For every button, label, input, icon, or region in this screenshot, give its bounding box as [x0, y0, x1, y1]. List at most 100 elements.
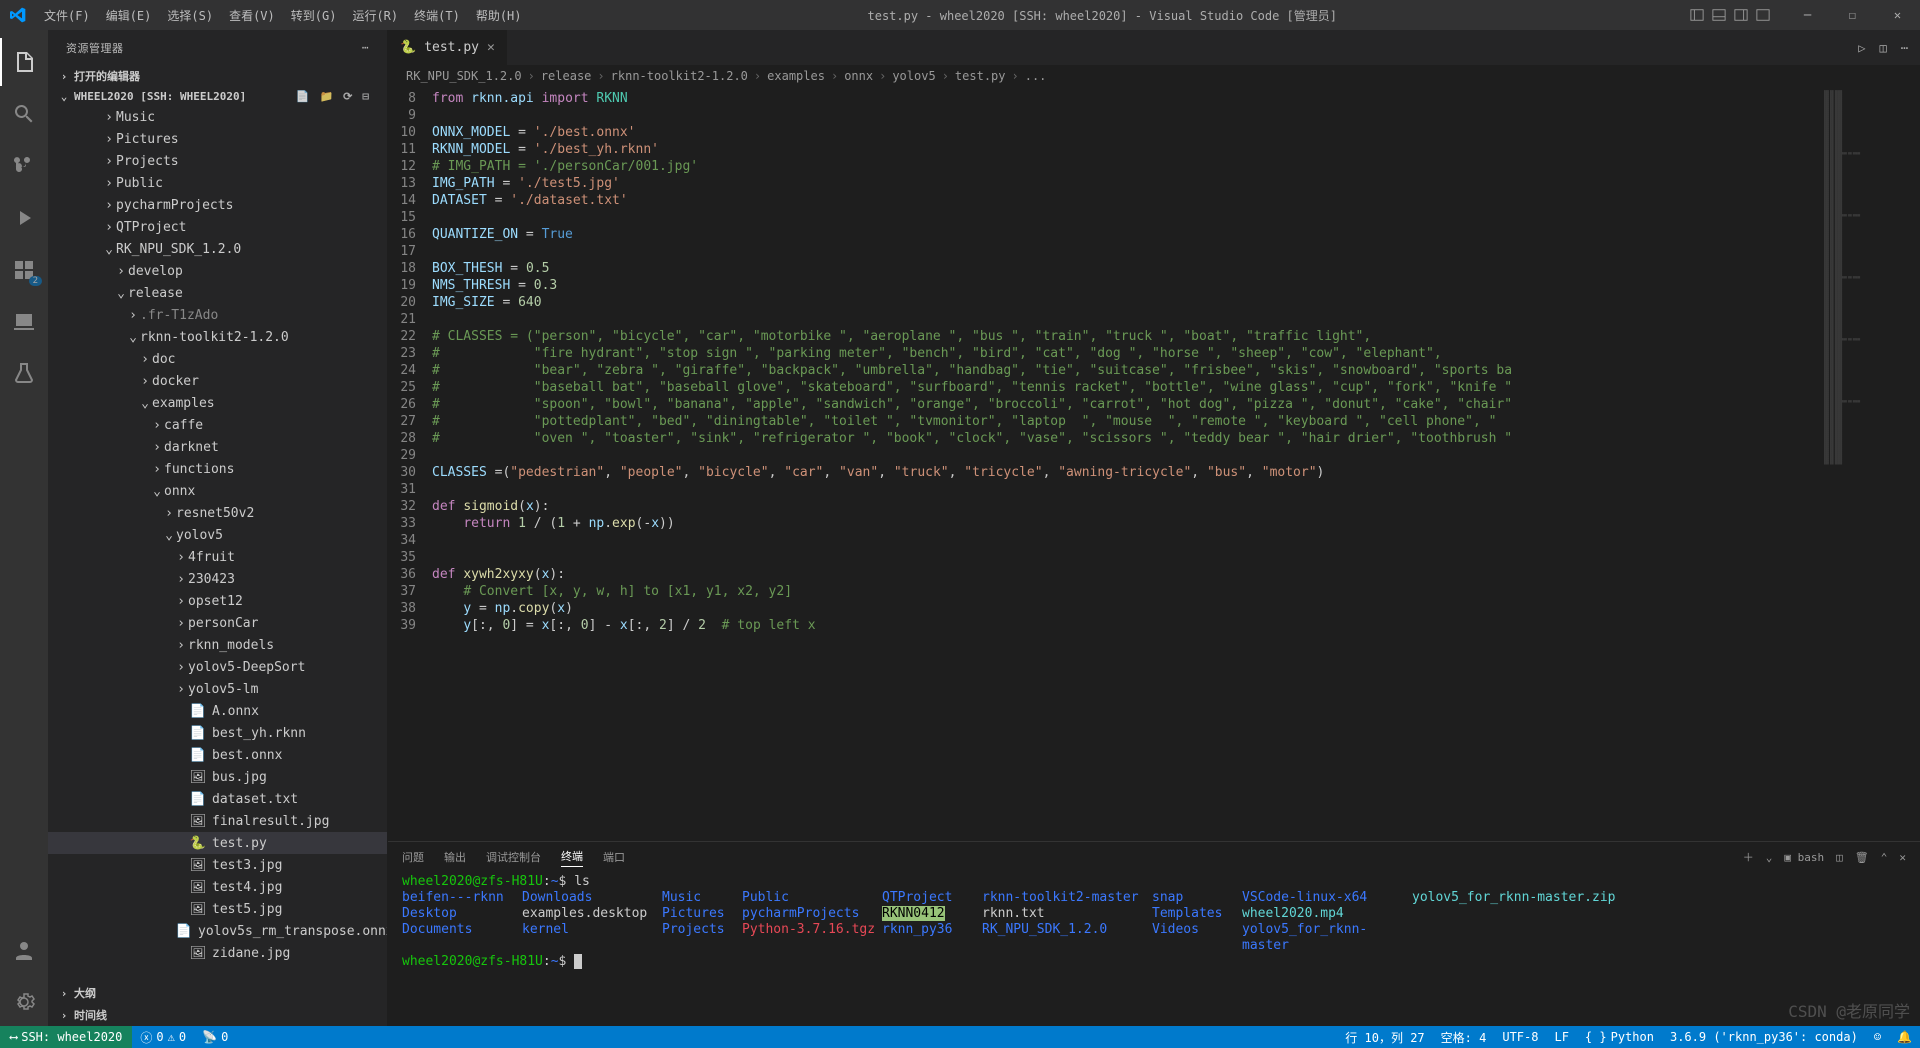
timeline-section[interactable]: ›时间线: [48, 1004, 387, 1026]
tree-item[interactable]: ›darknet: [48, 436, 387, 458]
tree-item[interactable]: ⌄rknn-toolkit2-1.2.0: [48, 326, 387, 348]
tree-item[interactable]: ›yolov5-DeepSort: [48, 656, 387, 678]
panel-tab[interactable]: 调试控制台: [486, 849, 541, 865]
close-panel-icon[interactable]: ✕: [1899, 851, 1906, 864]
menu-item[interactable]: 查看(V): [221, 7, 283, 24]
panel-tab[interactable]: 问题: [402, 849, 424, 865]
more-icon[interactable]: ⋯: [1901, 41, 1908, 55]
ports-status[interactable]: 📡 0: [194, 1030, 236, 1044]
accounts-icon[interactable]: [0, 926, 48, 974]
run-icon[interactable]: ▷: [1858, 41, 1865, 55]
layout-controls[interactable]: [1675, 8, 1785, 22]
tree-item[interactable]: ›rknn_models: [48, 634, 387, 656]
split-editor-icon[interactable]: ◫: [1880, 41, 1887, 55]
menu-item[interactable]: 终端(T): [406, 7, 468, 24]
tree-item[interactable]: ⌄examples: [48, 392, 387, 414]
tree-item[interactable]: 📄A.onnx: [48, 700, 387, 722]
tree-item[interactable]: ›.fr-T1zAdo: [48, 304, 387, 326]
remote-indicator[interactable]: ⟷ SSH: wheel2020: [0, 1026, 132, 1048]
testing-icon[interactable]: [0, 350, 48, 398]
tree-item[interactable]: 📄best_yh.rknn: [48, 722, 387, 744]
menu-item[interactable]: 文件(F): [36, 7, 98, 24]
tree-item[interactable]: ›pycharmProjects: [48, 194, 387, 216]
menu-item[interactable]: 选择(S): [159, 7, 221, 24]
tree-item[interactable]: ›230423: [48, 568, 387, 590]
tree-item[interactable]: 🖼zidane.jpg: [48, 942, 387, 964]
tree-item[interactable]: ›docker: [48, 370, 387, 392]
tree-item[interactable]: 🖼test3.jpg: [48, 854, 387, 876]
panel-tab[interactable]: 端口: [603, 849, 625, 865]
tree-item[interactable]: ⌄yolov5: [48, 524, 387, 546]
new-terminal-icon[interactable]: ＋: [1743, 849, 1754, 865]
close-button[interactable]: ✕: [1875, 8, 1920, 22]
run-debug-icon[interactable]: [0, 194, 48, 242]
split-terminal-icon[interactable]: ◫: [1836, 851, 1843, 864]
settings-icon[interactable]: [0, 978, 48, 1026]
tree-item[interactable]: 📄best.onnx: [48, 744, 387, 766]
maximize-panel-icon[interactable]: ⌃: [1881, 851, 1888, 864]
tree-item[interactable]: ⌄onnx: [48, 480, 387, 502]
tree-item[interactable]: 📄yolov5s_rm_transpose.onnx: [48, 920, 387, 942]
tree-item[interactable]: ›Music: [48, 106, 387, 128]
menu-item[interactable]: 运行(R): [344, 7, 406, 24]
menu-item[interactable]: 帮助(H): [468, 7, 530, 24]
terminal-dropdown-icon[interactable]: ⌄: [1766, 851, 1773, 864]
tree-item[interactable]: 📄dataset.txt: [48, 788, 387, 810]
refresh-icon[interactable]: ⟳: [343, 90, 352, 103]
tree-item[interactable]: 🖼test4.jpg: [48, 876, 387, 898]
workspace-section[interactable]: ⌄WHEEL2020 [SSH: WHEEL2020] 📄 📁 ⟳ ⊟: [48, 87, 387, 106]
tree-item[interactable]: ›4fruit: [48, 546, 387, 568]
source-control-icon[interactable]: [0, 142, 48, 190]
indentation[interactable]: 空格: 4: [1433, 1029, 1495, 1046]
new-folder-icon[interactable]: 📁: [319, 90, 333, 103]
tree-item[interactable]: ›doc: [48, 348, 387, 370]
menu-item[interactable]: 转到(G): [283, 7, 345, 24]
tree-item[interactable]: ›QTProject: [48, 216, 387, 238]
tree-item[interactable]: ›Projects: [48, 150, 387, 172]
feedback-icon[interactable]: ☺: [1866, 1030, 1889, 1044]
minimap[interactable]: ████ ███ ██████ ████ ███ ██████ ████ ███…: [1820, 87, 1920, 841]
tab-test-py[interactable]: 🐍 test.py ✕: [388, 30, 508, 65]
eol[interactable]: LF: [1546, 1030, 1576, 1044]
cursor-position[interactable]: 行 10，列 27: [1337, 1029, 1432, 1046]
tree-item[interactable]: ›resnet50v2: [48, 502, 387, 524]
tree-item[interactable]: ›Public: [48, 172, 387, 194]
open-editors-section[interactable]: ›打开的编辑器: [48, 65, 387, 87]
minimize-button[interactable]: ─: [1785, 8, 1830, 22]
sidebar-more-icon[interactable]: ⋯: [362, 41, 369, 54]
terminal[interactable]: wheel2020@zfs-H81U:~$ lsbeifen---rknnDow…: [388, 872, 1920, 1026]
panel-tab[interactable]: 输出: [444, 849, 466, 865]
extensions-icon[interactable]: 2: [0, 246, 48, 294]
tree-item[interactable]: ⌄RK_NPU_SDK_1.2.0: [48, 238, 387, 260]
tree-item[interactable]: 🖼test5.jpg: [48, 898, 387, 920]
outline-section[interactable]: ›大纲: [48, 982, 387, 1004]
search-icon[interactable]: [0, 90, 48, 138]
kill-terminal-icon[interactable]: 🗑: [1855, 851, 1869, 864]
panel-tab[interactable]: 终端: [561, 848, 583, 867]
tree-item[interactable]: ›Pictures: [48, 128, 387, 150]
tree-item[interactable]: 🖼bus.jpg: [48, 766, 387, 788]
tab-close-icon[interactable]: ✕: [487, 40, 495, 55]
tree-item[interactable]: ⌄release: [48, 282, 387, 304]
tree-item[interactable]: ›personCar: [48, 612, 387, 634]
tree-item[interactable]: 🐍test.py: [48, 832, 387, 854]
breadcrumb[interactable]: RK_NPU_SDK_1.2.0 ›release ›rknn-toolkit2…: [388, 65, 1920, 87]
collapse-icon[interactable]: ⊟: [362, 90, 369, 103]
remote-explorer-icon[interactable]: [0, 298, 48, 346]
language-mode[interactable]: { } Python: [1577, 1030, 1662, 1044]
python-interpreter[interactable]: 3.6.9 ('rknn_py36': conda): [1662, 1030, 1866, 1044]
maximize-button[interactable]: ☐: [1830, 8, 1875, 22]
menu-item[interactable]: 编辑(E): [98, 7, 160, 24]
problems-status[interactable]: ⓧ 0 ⚠ 0: [132, 1029, 194, 1046]
tree-item[interactable]: ›opset12: [48, 590, 387, 612]
tree-item[interactable]: ›yolov5-lm: [48, 678, 387, 700]
notifications-icon[interactable]: 🔔: [1889, 1030, 1920, 1044]
tree-item[interactable]: ›functions: [48, 458, 387, 480]
new-file-icon[interactable]: 📄: [296, 90, 310, 103]
tree-item[interactable]: 🖼finalresult.jpg: [48, 810, 387, 832]
encoding[interactable]: UTF-8: [1494, 1030, 1546, 1044]
explorer-icon[interactable]: [0, 38, 48, 86]
tree-item[interactable]: ›caffe: [48, 414, 387, 436]
code-editor[interactable]: from rknn.api import RKNN ONNX_MODEL = '…: [432, 87, 1820, 841]
file-tree[interactable]: ›Music›Pictures›Projects›Public›pycharmP…: [48, 106, 387, 982]
